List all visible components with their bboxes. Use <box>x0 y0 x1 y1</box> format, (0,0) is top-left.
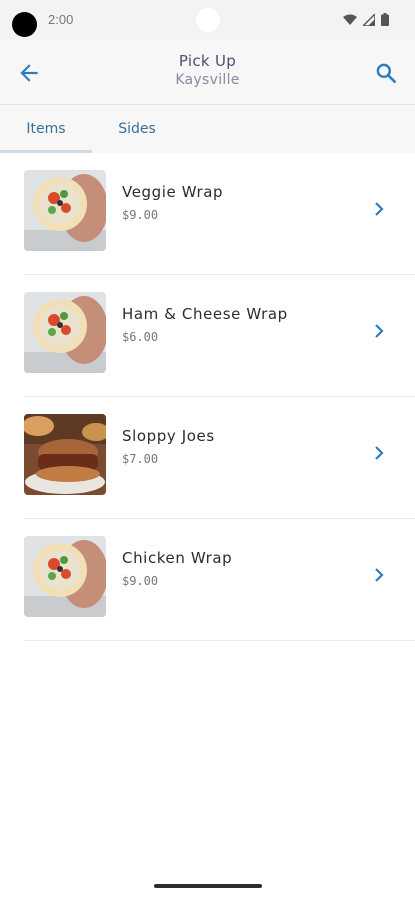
item-price: $7.00 <box>122 452 159 466</box>
tab-items[interactable]: Items <box>0 105 92 153</box>
list-item[interactable]: Sloppy Joes $7.00 <box>0 397 415 519</box>
header-title-group: Pick Up Kaysville <box>0 52 415 88</box>
battery-icon <box>381 13 389 26</box>
wrap-photo <box>24 292 106 373</box>
wrap-photo <box>24 536 106 617</box>
chevron-right-icon <box>375 568 384 582</box>
sandwich-photo <box>24 414 106 495</box>
list-item[interactable]: Veggie Wrap $9.00 <box>0 153 415 275</box>
category-tabs: Items Sides <box>0 105 415 153</box>
app-bar: Pick Up Kaysville <box>0 40 415 105</box>
item-name: Veggie Wrap <box>122 183 224 201</box>
list-item[interactable]: Chicken Wrap $9.00 <box>0 519 415 641</box>
camera-cutout <box>12 12 37 37</box>
wrap-photo <box>24 170 106 251</box>
wifi-icon <box>343 14 357 25</box>
status-bar: 2:00 <box>0 0 415 40</box>
chevron-right-icon <box>375 446 384 460</box>
divider <box>24 640 415 641</box>
location-subtitle: Kaysville <box>175 72 240 88</box>
front-camera-hole <box>196 8 220 32</box>
item-name: Sloppy Joes <box>122 427 215 445</box>
status-time: 2:00 <box>48 12 74 27</box>
signal-icon <box>363 13 375 26</box>
chevron-right-icon <box>375 324 384 338</box>
tab-sides[interactable]: Sides <box>92 105 182 153</box>
search-button[interactable] <box>373 60 399 86</box>
item-price: $9.00 <box>122 208 159 222</box>
chevron-right-icon <box>375 202 384 216</box>
list-item[interactable]: Ham & Cheese Wrap $6.00 <box>0 275 415 397</box>
item-name: Ham & Cheese Wrap <box>122 305 288 323</box>
item-price: $6.00 <box>122 330 159 344</box>
home-indicator[interactable] <box>154 884 262 888</box>
search-icon <box>376 63 396 83</box>
page-title: Pick Up <box>178 52 237 70</box>
item-name: Chicken Wrap <box>122 549 233 567</box>
menu-item-list: Veggie Wrap $9.00 Ham & Cheese Wrap $6.0… <box>0 153 415 641</box>
item-price: $9.00 <box>122 574 159 588</box>
